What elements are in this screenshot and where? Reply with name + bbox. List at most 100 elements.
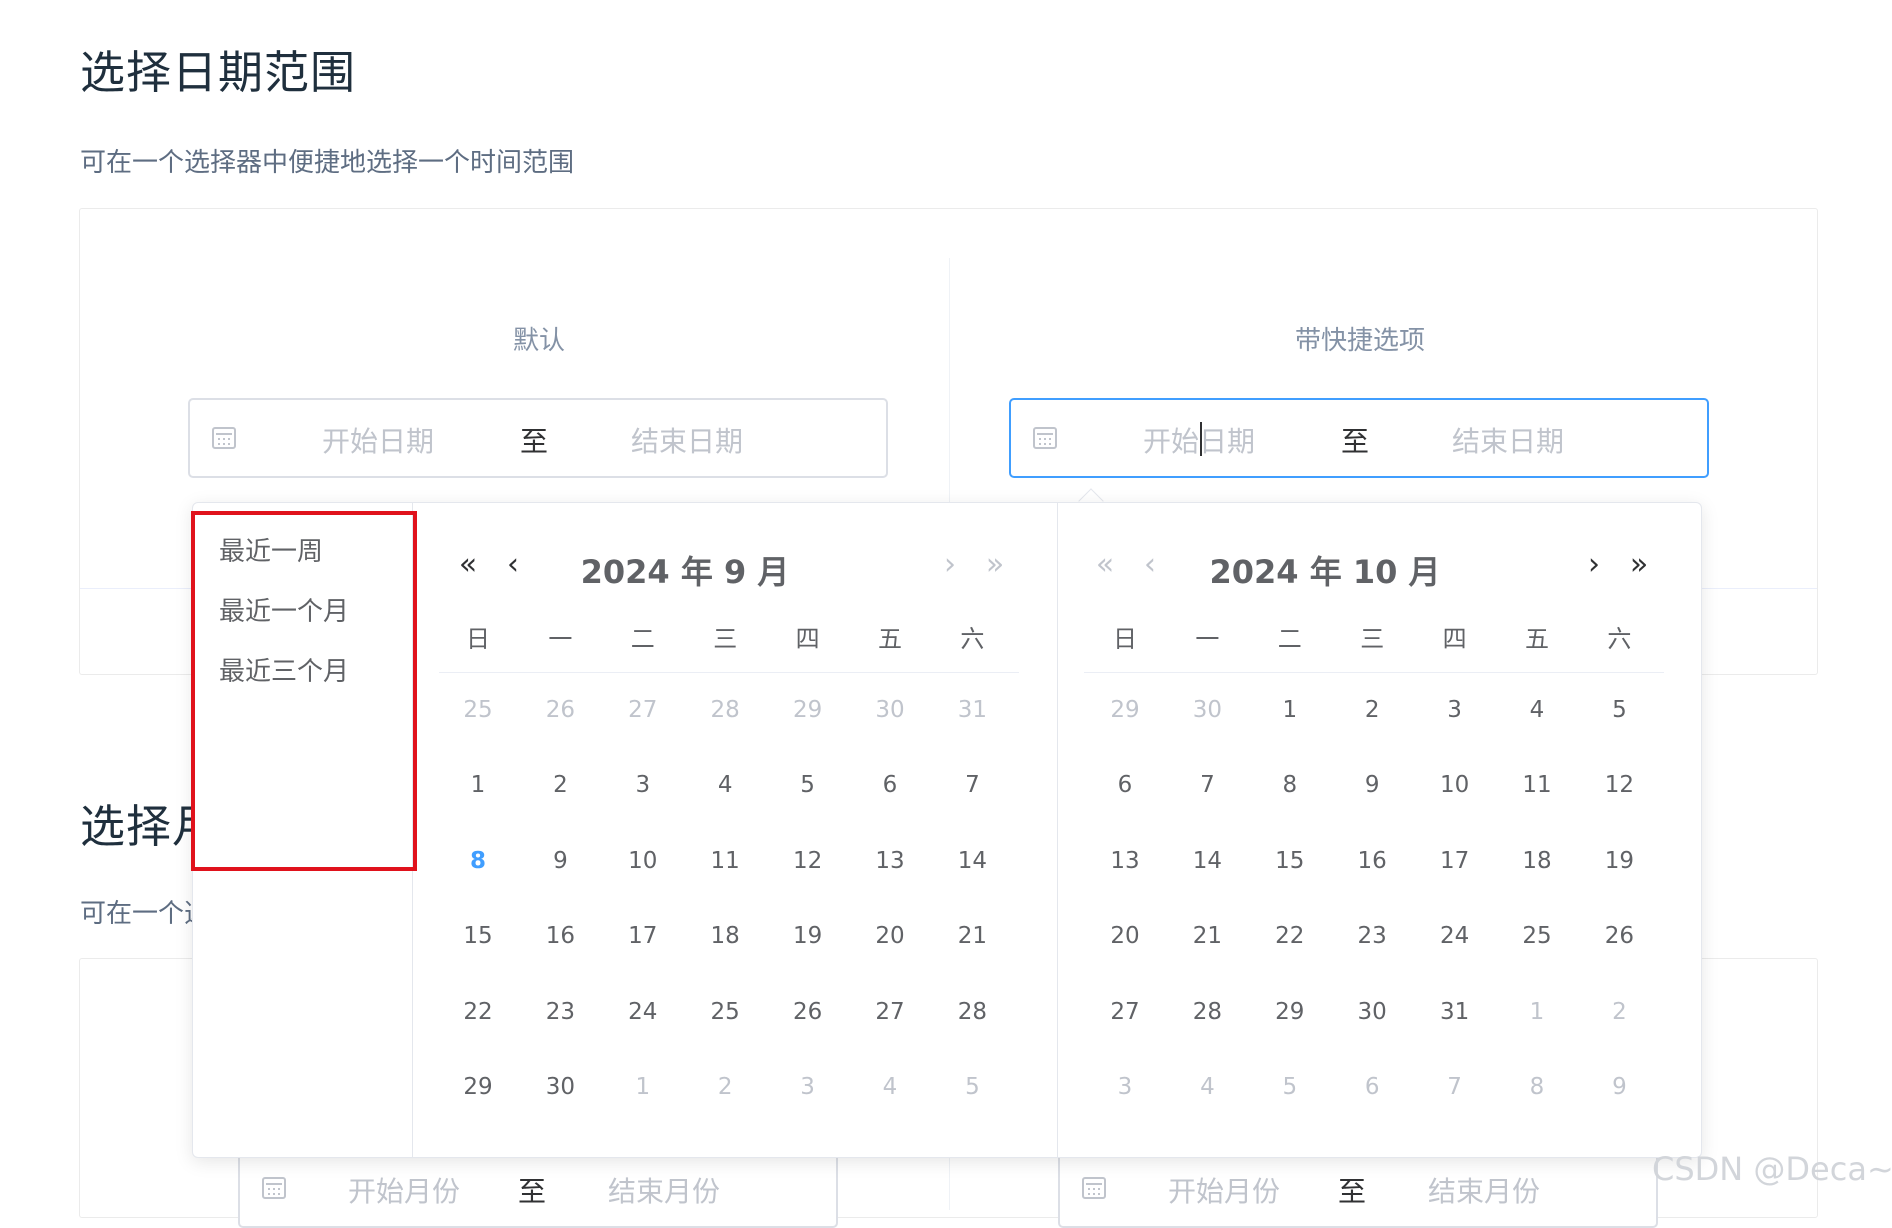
calendar-day[interactable]: 5 [1249, 1074, 1331, 1100]
calendar-day[interactable]: 1 [1249, 697, 1331, 723]
calendar-day[interactable]: 8 [1249, 772, 1331, 798]
calendar-day[interactable]: 12 [1578, 772, 1660, 798]
calendar-day[interactable]: 6 [849, 772, 931, 798]
calendar-day[interactable]: 9 [1331, 772, 1413, 798]
calendar-day[interactable]: 15 [1249, 848, 1331, 874]
prev-month-icon[interactable]: ‹ [498, 547, 528, 582]
next-month-icon[interactable]: › [1579, 547, 1609, 582]
calendar-day[interactable]: 30 [1166, 697, 1248, 723]
calendar-day[interactable]: 4 [684, 772, 766, 798]
next-year-icon[interactable]: » [1624, 547, 1654, 582]
calendar-day[interactable]: 3 [602, 772, 684, 798]
calendar-day[interactable]: 1 [602, 1074, 684, 1100]
calendar-day[interactable]: 11 [1496, 772, 1578, 798]
calendar-day[interactable]: 19 [767, 923, 849, 949]
start-date-input[interactable]: 开始日期 [1099, 420, 1299, 460]
calendar-day[interactable]: 26 [519, 697, 601, 723]
calendar-day[interactable]: 5 [931, 1074, 1013, 1100]
calendar-day[interactable]: 26 [767, 999, 849, 1025]
calendar-day[interactable]: 30 [849, 697, 931, 723]
calendar-day[interactable]: 3 [767, 1074, 849, 1100]
calendar-day[interactable]: 8 [437, 848, 519, 874]
end-date-input[interactable]: 结束日期 [587, 420, 787, 460]
default-month-range-input[interactable]: 开始月份 至 结束月份 [238, 1148, 838, 1228]
calendar-day[interactable]: 14 [931, 848, 1013, 874]
calendar-day[interactable]: 7 [931, 772, 1013, 798]
next-year-icon[interactable]: » [980, 547, 1010, 582]
calendar-day[interactable]: 7 [1166, 772, 1248, 798]
calendar-day[interactable]: 12 [767, 848, 849, 874]
calendar-day[interactable]: 4 [849, 1074, 931, 1100]
calendar-day[interactable]: 26 [1578, 923, 1660, 949]
calendar-day[interactable]: 7 [1414, 1074, 1496, 1100]
calendar-day[interactable]: 6 [1331, 1074, 1413, 1100]
calendar-day[interactable]: 28 [931, 999, 1013, 1025]
calendar-day[interactable]: 16 [519, 923, 601, 949]
calendar-day[interactable]: 22 [1249, 923, 1331, 949]
calendar-day[interactable]: 5 [767, 772, 849, 798]
calendar-day[interactable]: 28 [684, 697, 766, 723]
calendar-day[interactable]: 24 [602, 999, 684, 1025]
calendar-day[interactable]: 27 [1084, 999, 1166, 1025]
calendar-day[interactable]: 29 [767, 697, 849, 723]
calendar-day[interactable]: 24 [1414, 923, 1496, 949]
calendar-day[interactable]: 9 [1578, 1074, 1660, 1100]
calendar-day[interactable]: 17 [1414, 848, 1496, 874]
calendar-day[interactable]: 21 [931, 923, 1013, 949]
start-month-input[interactable]: 开始月份 [304, 1170, 504, 1210]
calendar-day[interactable]: 13 [1084, 848, 1166, 874]
calendar-day[interactable]: 22 [437, 999, 519, 1025]
calendar-day[interactable]: 29 [1084, 697, 1166, 723]
calendar-day[interactable]: 2 [519, 772, 601, 798]
calendar-day[interactable]: 23 [1331, 923, 1413, 949]
calendar-day[interactable]: 4 [1166, 1074, 1248, 1100]
calendar-day[interactable]: 14 [1166, 848, 1248, 874]
calendar-day[interactable]: 17 [602, 923, 684, 949]
calendar-day[interactable]: 23 [519, 999, 601, 1025]
end-date-input[interactable]: 结束日期 [1408, 420, 1608, 460]
prev-year-icon[interactable]: « [1090, 547, 1120, 582]
calendar-day[interactable]: 25 [684, 999, 766, 1025]
calendar-day[interactable]: 3 [1084, 1074, 1166, 1100]
calendar-day[interactable]: 20 [1084, 923, 1166, 949]
calendar-day[interactable]: 4 [1496, 697, 1578, 723]
prev-year-icon[interactable]: « [453, 547, 483, 582]
calendar-day[interactable]: 30 [1331, 999, 1413, 1025]
calendar-day[interactable]: 31 [931, 697, 1013, 723]
calendar-day[interactable]: 18 [1496, 848, 1578, 874]
calendar-day[interactable]: 1 [437, 772, 519, 798]
calendar-day[interactable]: 6 [1084, 772, 1166, 798]
calendar-day[interactable]: 25 [1496, 923, 1578, 949]
calendar-day[interactable]: 10 [602, 848, 684, 874]
calendar-day[interactable]: 10 [1414, 772, 1496, 798]
calendar-day[interactable]: 27 [602, 697, 684, 723]
calendar-day[interactable]: 18 [684, 923, 766, 949]
next-month-icon[interactable]: › [935, 547, 965, 582]
calendar-day[interactable]: 25 [437, 697, 519, 723]
calendar-day[interactable]: 8 [1496, 1074, 1578, 1100]
start-date-input[interactable]: 开始日期 [278, 420, 478, 460]
calendar-day[interactable]: 16 [1331, 848, 1413, 874]
shortcut-month-range-input[interactable]: 开始月份 至 结束月份 [1058, 1148, 1658, 1228]
default-date-range-input[interactable]: 开始日期 至 结束日期 [188, 398, 888, 478]
calendar-day[interactable]: 29 [1249, 999, 1331, 1025]
shortcut-date-range-input[interactable]: 开始日期 至 结束日期 [1009, 398, 1709, 478]
calendar-day[interactable]: 1 [1496, 999, 1578, 1025]
calendar-day[interactable]: 29 [437, 1074, 519, 1100]
calendar-day[interactable]: 30 [519, 1074, 601, 1100]
calendar-day[interactable]: 15 [437, 923, 519, 949]
calendar-day[interactable]: 13 [849, 848, 931, 874]
prev-month-icon[interactable]: ‹ [1135, 547, 1165, 582]
calendar-day[interactable]: 20 [849, 923, 931, 949]
calendar-day[interactable]: 21 [1166, 923, 1248, 949]
calendar-day[interactable]: 2 [684, 1074, 766, 1100]
calendar-day[interactable]: 2 [1578, 999, 1660, 1025]
end-month-input[interactable]: 结束月份 [564, 1170, 764, 1210]
calendar-day[interactable]: 31 [1414, 999, 1496, 1025]
calendar-day[interactable]: 27 [849, 999, 931, 1025]
start-month-input[interactable]: 开始月份 [1124, 1170, 1324, 1210]
calendar-day[interactable]: 2 [1331, 697, 1413, 723]
calendar-day[interactable]: 9 [519, 848, 601, 874]
calendar-day[interactable]: 19 [1578, 848, 1660, 874]
calendar-day[interactable]: 11 [684, 848, 766, 874]
